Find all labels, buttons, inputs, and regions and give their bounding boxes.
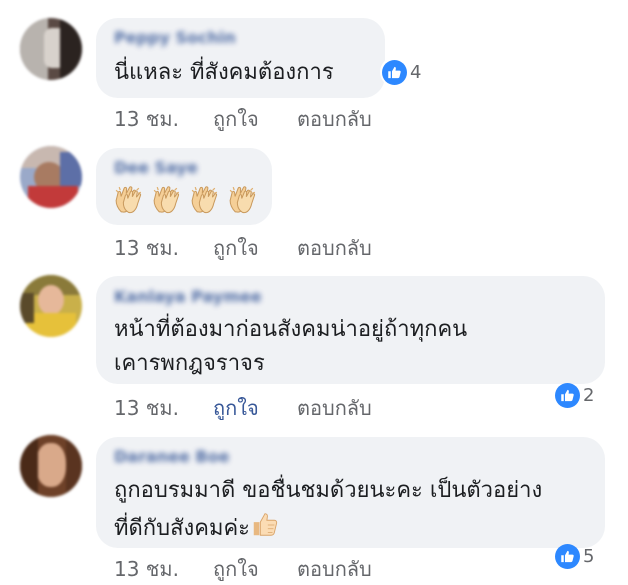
like-thumb-icon <box>555 543 580 569</box>
reaction-count: 2 <box>583 384 595 406</box>
avatar[interactable] <box>20 435 82 497</box>
timestamp[interactable]: 13 ชม. <box>114 232 179 264</box>
reaction-count: 4 <box>410 61 422 83</box>
clapping-hands-emoji <box>150 183 183 216</box>
avatar[interactable] <box>20 146 82 208</box>
like-button[interactable]: ถูกใจ <box>213 392 259 424</box>
avatar[interactable] <box>20 18 82 80</box>
comment-text: ถูกอบรมมาดี ขอชื่นชมด้วยนะคะ เป็นตัวอย่า… <box>114 478 543 503</box>
emoji-row <box>112 183 259 217</box>
avatar[interactable] <box>20 275 82 337</box>
timestamp[interactable]: 13 ชม. <box>114 103 179 135</box>
comment-text: ที่ดีกับสังคมค่ะ <box>114 516 250 541</box>
author-name[interactable]: Dee Saye <box>114 158 198 177</box>
reaction-summary[interactable]: 2 <box>553 380 598 410</box>
reaction-summary[interactable]: 5 <box>553 541 598 571</box>
reaction-summary[interactable]: 4 <box>380 57 426 87</box>
reply-button[interactable]: ตอบกลับ <box>297 553 372 585</box>
author-name[interactable]: Kanlaya Paymee <box>114 287 262 306</box>
timestamp[interactable]: 13 ชม. <box>114 392 179 424</box>
reply-button[interactable]: ตอบกลับ <box>297 392 372 424</box>
clapping-hands-emoji <box>226 183 259 216</box>
timestamp[interactable]: 13 ชม. <box>114 553 179 585</box>
reply-button[interactable]: ตอบกลับ <box>297 232 372 264</box>
comment-text: นี่แหละ ที่สังคมต้องการ <box>114 60 334 85</box>
like-button[interactable]: ถูกใจ <box>213 103 259 135</box>
reaction-count: 5 <box>583 545 595 567</box>
like-button[interactable]: ถูกใจ <box>213 232 259 264</box>
comment-text-line: ที่ดีกับสังคมค่ะ <box>114 509 280 541</box>
reply-button[interactable]: ตอบกลับ <box>297 103 372 135</box>
author-name[interactable]: Peppy Sochin <box>114 28 236 47</box>
comment-text: หน้าที่ต้องมาก่อนสังคมน่าอยู่ถ้าทุกคน <box>114 317 468 342</box>
like-button[interactable]: ถูกใจ <box>213 553 259 585</box>
clapping-hands-emoji <box>112 183 145 216</box>
clapping-hands-emoji <box>188 183 221 216</box>
author-name[interactable]: Daranee Boe <box>114 447 229 466</box>
thumbs-up-emoji <box>250 509 280 539</box>
like-thumb-icon <box>382 59 407 85</box>
like-thumb-icon <box>555 382 580 408</box>
comment-text: เคารพกฎจราจร <box>114 351 265 376</box>
